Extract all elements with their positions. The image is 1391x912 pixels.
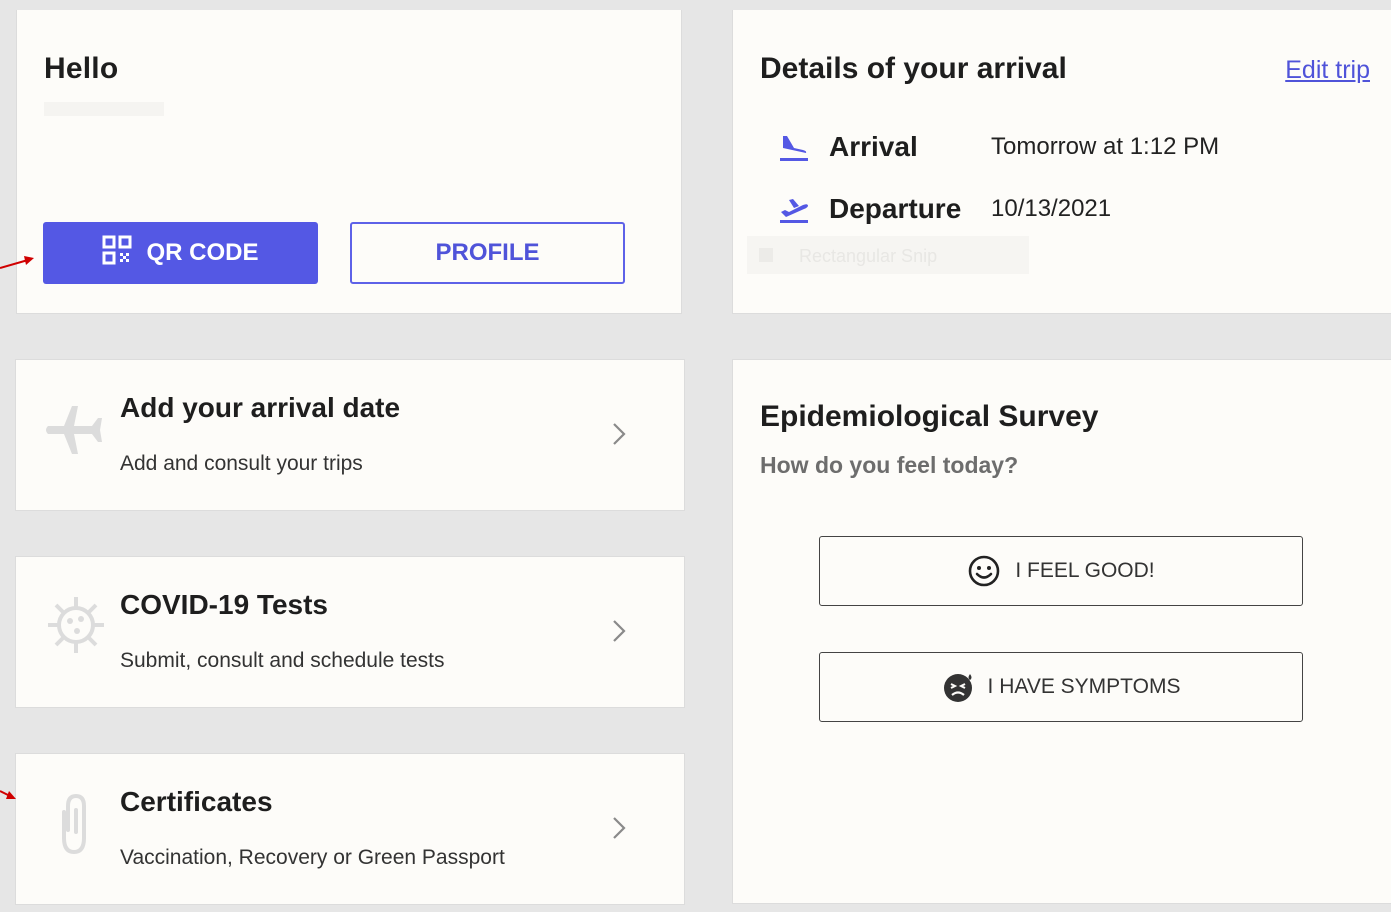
- annotation-arrow: [0, 790, 16, 799]
- have-symptoms-button[interactable]: I HAVE SYMPTOMS: [819, 652, 1303, 722]
- nav-card-title: Certificates: [120, 786, 273, 817]
- add-arrival-date-card[interactable]: Add your arrival date Add and consult yo…: [15, 359, 685, 511]
- qr-code-button[interactable]: QR CODE: [43, 222, 318, 284]
- feel-good-label: I FEEL GOOD!: [1015, 559, 1155, 582]
- edit-trip-link[interactable]: Edit trip: [1285, 56, 1370, 85]
- survey-title: Epidemiological Survey: [760, 400, 1099, 433]
- departure-label: Departure: [829, 193, 962, 224]
- paperclip-icon: [44, 790, 108, 855]
- arrival-value: Tomorrow at 1:12 PM: [991, 133, 1220, 160]
- hello-card: Hello QR CODE PROFILE: [16, 10, 682, 314]
- ghost-overlay: Rectangular Snip: [747, 236, 1029, 274]
- nav-card-subtitle: Add and consult your trips: [120, 452, 363, 475]
- profile-button[interactable]: PROFILE: [350, 222, 625, 284]
- chevron-right-icon: [610, 420, 628, 448]
- departure-row: Departure 10/13/2021: [777, 192, 1111, 226]
- plane-takeoff-icon: [777, 192, 811, 226]
- have-symptoms-label: I HAVE SYMPTOMS: [987, 675, 1181, 698]
- survey-subtitle: How do you feel today?: [760, 452, 1019, 478]
- departure-value: 10/13/2021: [991, 195, 1112, 222]
- covid-tests-card[interactable]: COVID-19 Tests Submit, consult and sched…: [15, 556, 685, 708]
- virus-icon: [44, 593, 108, 657]
- certificates-card[interactable]: Certificates Vaccination, Recovery or Gr…: [15, 753, 685, 905]
- nav-card-title: COVID-19 Tests: [120, 589, 328, 620]
- ghost-overlay-text: Rectangular Snip: [799, 246, 938, 266]
- airplane-icon: [44, 396, 108, 460]
- annotation-arrow: [0, 256, 34, 269]
- user-name-placeholder: [44, 102, 164, 116]
- chevron-right-icon: [610, 814, 628, 842]
- nav-card-subtitle: Vaccination, Recovery or Green Passport: [120, 846, 505, 869]
- snip-ghost-icon: [759, 248, 773, 262]
- chevron-right-icon: [610, 617, 628, 645]
- sick-face-icon: [942, 670, 976, 704]
- arrival-details-card: Details of your arrival Edit trip Arriva…: [732, 10, 1391, 314]
- qr-code-icon: [102, 235, 132, 272]
- arrival-row: Arrival Tomorrow at 1:12 PM: [777, 130, 1219, 164]
- arrival-details-title: Details of your arrival: [760, 52, 1067, 85]
- epidemiological-survey-card: Epidemiological Survey How do you feel t…: [732, 359, 1391, 904]
- nav-card-subtitle: Submit, consult and schedule tests: [120, 649, 445, 672]
- arrival-label: Arrival: [829, 131, 918, 162]
- qr-code-label: QR CODE: [146, 239, 259, 266]
- plane-landing-icon: [777, 130, 811, 164]
- nav-card-title: Add your arrival date: [120, 392, 401, 423]
- feel-good-button[interactable]: I FEEL GOOD!: [819, 536, 1303, 606]
- greeting-title: Hello: [44, 52, 119, 85]
- smiley-icon: [967, 554, 1001, 588]
